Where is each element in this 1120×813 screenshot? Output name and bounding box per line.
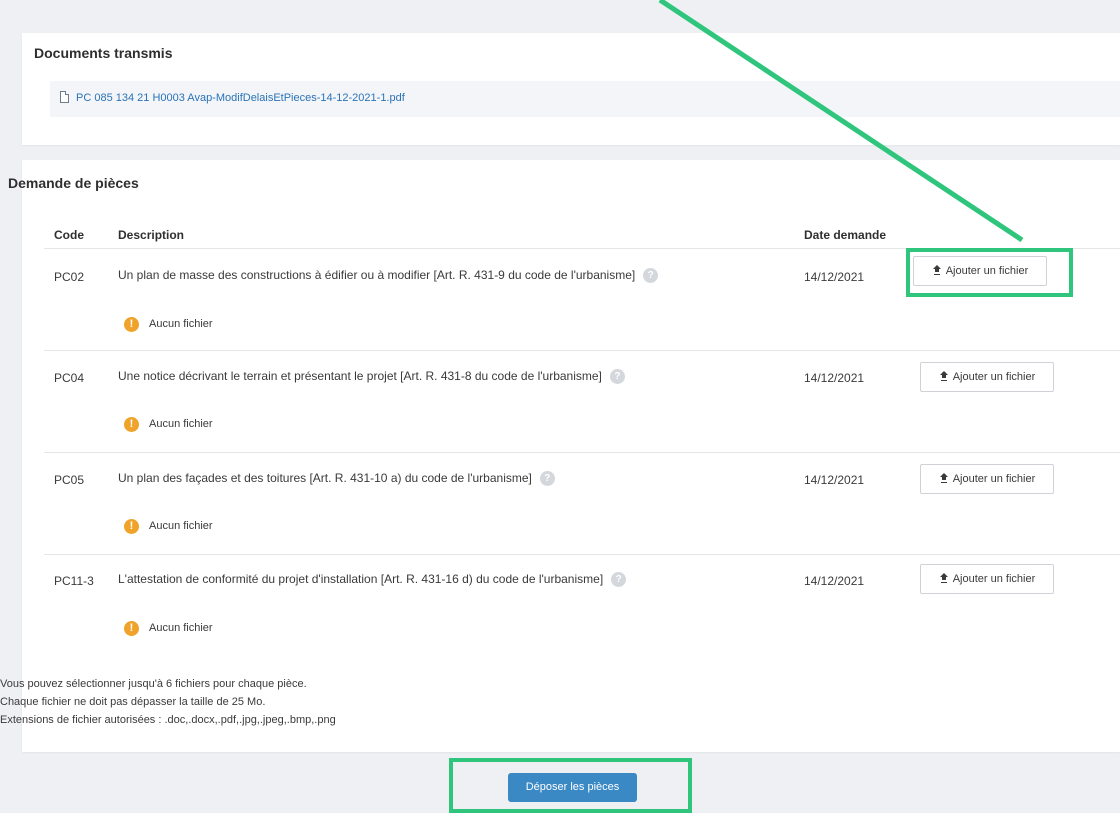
row-description: Une notice décrivant le terrain et prése… bbox=[118, 369, 625, 385]
documents-title: Documents transmis bbox=[34, 45, 173, 61]
row-separator bbox=[44, 452, 1120, 453]
warning-icon: ! bbox=[124, 417, 139, 432]
row-description: Un plan des façades et des toitures [Art… bbox=[118, 471, 555, 487]
add-file-label: Ajouter un fichier bbox=[952, 573, 1036, 585]
warning-icon: ! bbox=[124, 519, 139, 534]
info-line: Vous pouvez sélectionner jusqu'à 6 fichi… bbox=[0, 678, 307, 690]
row-code: PC05 bbox=[54, 473, 85, 487]
help-icon[interactable]: ? bbox=[539, 471, 555, 487]
row-description: Un plan de masse des constructions à édi… bbox=[118, 268, 659, 284]
add-file-button[interactable]: Ajouter un fichier bbox=[920, 564, 1054, 594]
row-date: 14/12/2021 bbox=[804, 371, 865, 385]
info-line: Extensions de fichier autorisées : .doc,… bbox=[0, 714, 336, 726]
no-file-status: Aucun fichier bbox=[149, 622, 213, 634]
document-link[interactable]: PC 085 134 21 H0003 Avap-ModifDelaisEtPi… bbox=[76, 92, 405, 104]
upload-icon bbox=[939, 371, 949, 381]
add-file-label: Ajouter un fichier bbox=[952, 473, 1036, 485]
highlight-add-file bbox=[906, 248, 1073, 297]
help-icon[interactable]: ? bbox=[643, 268, 659, 284]
help-icon[interactable]: ? bbox=[609, 369, 625, 385]
row-date: 14/12/2021 bbox=[804, 473, 865, 487]
upload-icon bbox=[939, 573, 949, 583]
no-file-status: Aucun fichier bbox=[149, 520, 213, 532]
add-file-button[interactable]: Ajouter un fichier bbox=[920, 362, 1054, 392]
warning-icon: ! bbox=[124, 317, 139, 332]
row-description-text: Une notice décrivant le terrain et prése… bbox=[118, 369, 602, 383]
row-description-text: Un plan des façades et des toitures [Art… bbox=[118, 471, 532, 485]
row-separator bbox=[44, 350, 1120, 351]
row-description-text: Un plan de masse des constructions à édi… bbox=[118, 268, 636, 282]
row-date: 14/12/2021 bbox=[804, 574, 865, 588]
row-code: PC02 bbox=[54, 270, 85, 284]
row-code: PC04 bbox=[54, 371, 85, 385]
add-file-label: Ajouter un fichier bbox=[952, 371, 1036, 383]
info-line: Chaque fichier ne doit pas dépasser la t… bbox=[0, 696, 266, 708]
add-file-button[interactable]: Ajouter un fichier bbox=[920, 464, 1054, 494]
documents-panel: Documents transmis PC 085 134 21 H0003 A… bbox=[22, 33, 1120, 145]
header-date: Date demande bbox=[804, 228, 887, 242]
pieces-title: Demande de pièces bbox=[8, 175, 139, 191]
help-icon[interactable]: ? bbox=[611, 572, 627, 588]
row-description: L'attestation de conformité du projet d'… bbox=[118, 572, 627, 588]
row-date: 14/12/2021 bbox=[804, 270, 865, 284]
highlight-submit bbox=[449, 758, 692, 813]
header-code: Code bbox=[54, 228, 84, 242]
header-description: Description bbox=[118, 228, 185, 242]
row-description-text: L'attestation de conformité du projet d'… bbox=[118, 572, 604, 586]
no-file-status: Aucun fichier bbox=[149, 418, 213, 430]
row-code: PC11-3 bbox=[54, 574, 94, 588]
file-icon bbox=[60, 91, 69, 103]
no-file-status: Aucun fichier bbox=[149, 318, 213, 330]
upload-icon bbox=[939, 473, 949, 483]
row-separator bbox=[44, 554, 1120, 555]
document-row: PC 085 134 21 H0003 Avap-ModifDelaisEtPi… bbox=[50, 81, 1120, 117]
warning-icon: ! bbox=[124, 621, 139, 636]
